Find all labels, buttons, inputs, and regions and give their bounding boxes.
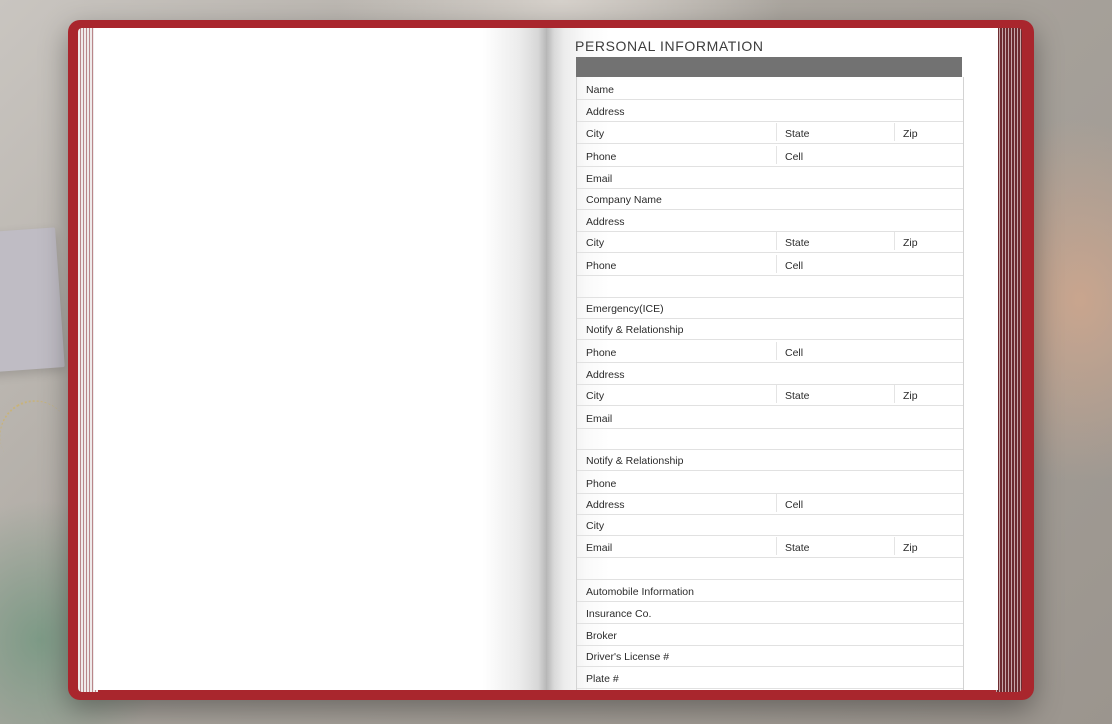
field-divider: [776, 255, 777, 273]
form-field-label: Cell: [785, 151, 804, 163]
form-field-label: Automobile Information: [586, 586, 694, 598]
form-row: Address: [577, 99, 963, 122]
field-divider: [894, 537, 895, 555]
form-row: Driver's License #: [577, 644, 963, 667]
form-field-label: Phone: [586, 151, 617, 163]
form-row: Company Name: [577, 187, 963, 210]
form-row: Email: [577, 406, 963, 429]
form-field-label: Phone: [586, 260, 617, 272]
form-row: Email State Zip: [577, 535, 963, 558]
form-field-label: Notify & Relationship: [586, 455, 684, 467]
personal-information-form: Name Address City State Zip Phone Cell Email Com…: [576, 77, 964, 690]
spine-shadow: [538, 28, 554, 690]
form-field-label: Company Name: [586, 194, 662, 206]
form-row: Address Cell: [577, 492, 963, 515]
right-page-edges: [996, 28, 1022, 692]
form-row: Emergency(ICE): [577, 296, 963, 319]
form-field-label: State: [785, 390, 810, 402]
field-divider: [894, 385, 895, 403]
field-divider: [776, 146, 777, 164]
form-field-label: Address: [586, 106, 625, 118]
form-field-label: Address: [586, 216, 625, 228]
form-field-label: City: [586, 237, 605, 249]
form-field-label: Email: [586, 542, 613, 554]
form-field-label: Broker: [586, 630, 617, 642]
field-divider: [776, 342, 777, 360]
envelope-decoration: [0, 227, 65, 373]
form-row: Broker: [577, 623, 963, 646]
form-field-label: Email: [586, 173, 613, 185]
form-row: Phone Cell: [577, 144, 963, 167]
form-field-label: City: [586, 390, 605, 402]
field-divider: [776, 123, 777, 141]
form-field-label: Zip: [903, 128, 918, 140]
form-field-label: Address: [586, 499, 625, 511]
form-header-bar: [576, 57, 962, 77]
form-row: City State Zip: [577, 230, 963, 253]
form-row: City State Zip: [577, 121, 963, 144]
field-divider: [894, 123, 895, 141]
form-row: [577, 427, 963, 450]
left-page-blank: [94, 28, 546, 690]
form-row: Phone Cell: [577, 253, 963, 276]
form-field-label: State: [785, 542, 810, 554]
form-field-label: Cell: [785, 260, 804, 272]
form-field-label: Phone: [586, 347, 617, 359]
form-row: Plate #: [577, 666, 963, 689]
form-row: Phone: [577, 471, 963, 494]
form-row: City: [577, 513, 963, 536]
field-divider: [776, 537, 777, 555]
form-field-label: Driver's License #: [586, 651, 670, 663]
form-field-label: Email: [586, 413, 613, 425]
form-title: PERSONAL INFORMATION: [575, 38, 764, 54]
form-field-label: Name: [586, 84, 615, 96]
field-divider: [776, 232, 777, 250]
form-row: [577, 275, 963, 298]
form-field-label: Zip: [903, 237, 918, 249]
form-field-label: Notify & Relationship: [586, 324, 684, 336]
form-field-label: City: [586, 520, 605, 532]
form-field-label: Insurance Co.: [586, 608, 652, 620]
form-field-label: Cell: [785, 499, 804, 511]
form-row: Phone Cell: [577, 340, 963, 363]
form-field-label: Plate #: [586, 673, 619, 685]
form-row: Notify & Relationship: [577, 317, 963, 340]
form-row: Insurance Co.: [577, 601, 963, 624]
form-field-label: Zip: [903, 542, 918, 554]
field-divider: [776, 385, 777, 403]
form-field-label: Zip: [903, 390, 918, 402]
form-row: Email: [577, 166, 963, 189]
form-field-label: Emergency(ICE): [586, 303, 664, 315]
form-field-label: Phone: [586, 478, 617, 490]
form-field-label: State: [785, 128, 810, 140]
field-divider: [776, 494, 777, 512]
field-divider: [894, 232, 895, 250]
form-field-label: City: [586, 128, 605, 140]
form-row: Notify & Relationship: [577, 448, 963, 471]
form-row: Address: [577, 209, 963, 232]
form-row: [577, 557, 963, 580]
form-row: City State Zip: [577, 383, 963, 406]
form-field-label: Cell: [785, 347, 804, 359]
form-field-label: Address: [586, 369, 625, 381]
form-field-label: State: [785, 237, 810, 249]
form-row: Name: [577, 77, 963, 100]
form-row: Automobile Information: [577, 579, 963, 602]
form-row: Address: [577, 362, 963, 385]
